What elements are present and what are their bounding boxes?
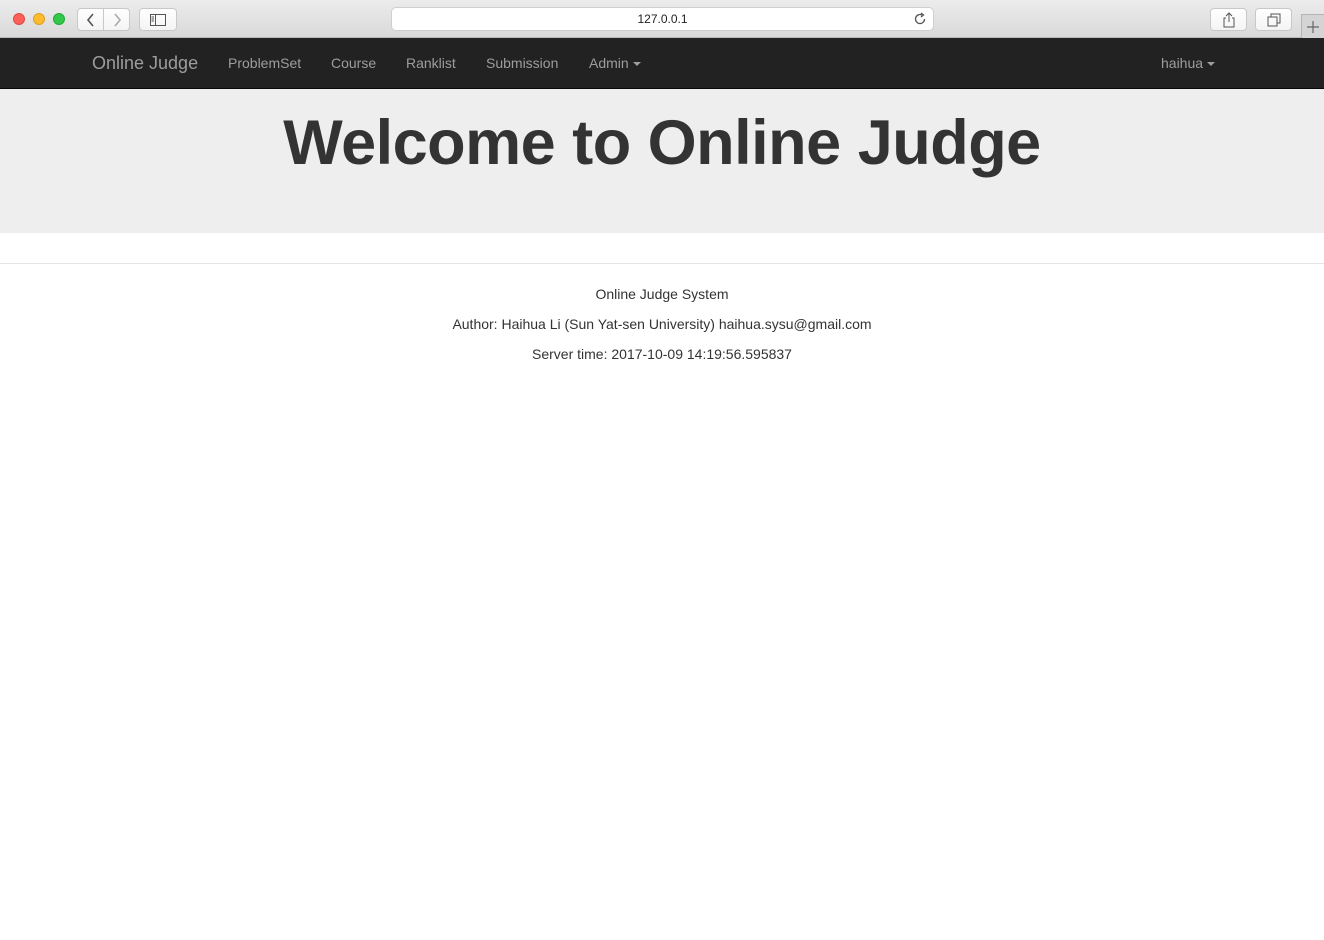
caret-down-icon [632,62,641,67]
footer-system: Online Judge System [595,286,729,302]
back-button[interactable] [77,8,104,31]
forward-button[interactable] [103,8,130,31]
footer-divider [0,263,1324,264]
footer-server-time: Server time: 2017-10-09 14:19:56.595837 [532,346,792,362]
new-tab-button[interactable] [1301,14,1324,38]
address-bar[interactable]: 127.0.0.1 [391,7,934,31]
footer-author: Author: Haihua Li (Sun Yat-sen Universit… [452,316,872,332]
window-close-button[interactable] [13,13,25,25]
tabs-overview-icon [1267,13,1280,26]
tabs-overview-button[interactable] [1255,8,1292,31]
user-name: haihua [1161,55,1204,71]
nav-admin-label: Admin [589,55,629,71]
plus-icon [1307,20,1319,33]
sidebar-toggle-button[interactable] [139,8,177,31]
nav-course[interactable]: Course [331,38,376,88]
url-text: 127.0.0.1 [637,12,688,26]
share-icon [1223,11,1234,27]
chevron-left-icon [86,12,94,27]
browser-toolbar: 127.0.0.1 [0,0,1324,38]
main-navbar: Online Judge ProblemSet Course Ranklist … [0,38,1324,89]
share-button[interactable] [1210,8,1247,31]
nav-problemset[interactable]: ProblemSet [228,38,301,88]
reload-icon[interactable] [912,11,928,27]
nav-ranklist[interactable]: Ranklist [406,38,456,88]
brand-link[interactable]: Online Judge [92,38,198,88]
window-minimize-button[interactable] [33,13,45,25]
nav-admin-dropdown[interactable]: Admin [589,38,641,88]
chevron-right-icon [113,12,121,27]
page-title: Welcome to Online Judge [283,108,1041,178]
user-menu-dropdown[interactable]: haihua [1161,38,1216,88]
caret-down-icon [1207,62,1216,67]
window-maximize-button[interactable] [53,13,65,25]
nav-submission[interactable]: Submission [486,38,558,88]
jumbotron: Welcome to Online Judge [0,89,1324,233]
sidebar-icon [150,13,166,26]
